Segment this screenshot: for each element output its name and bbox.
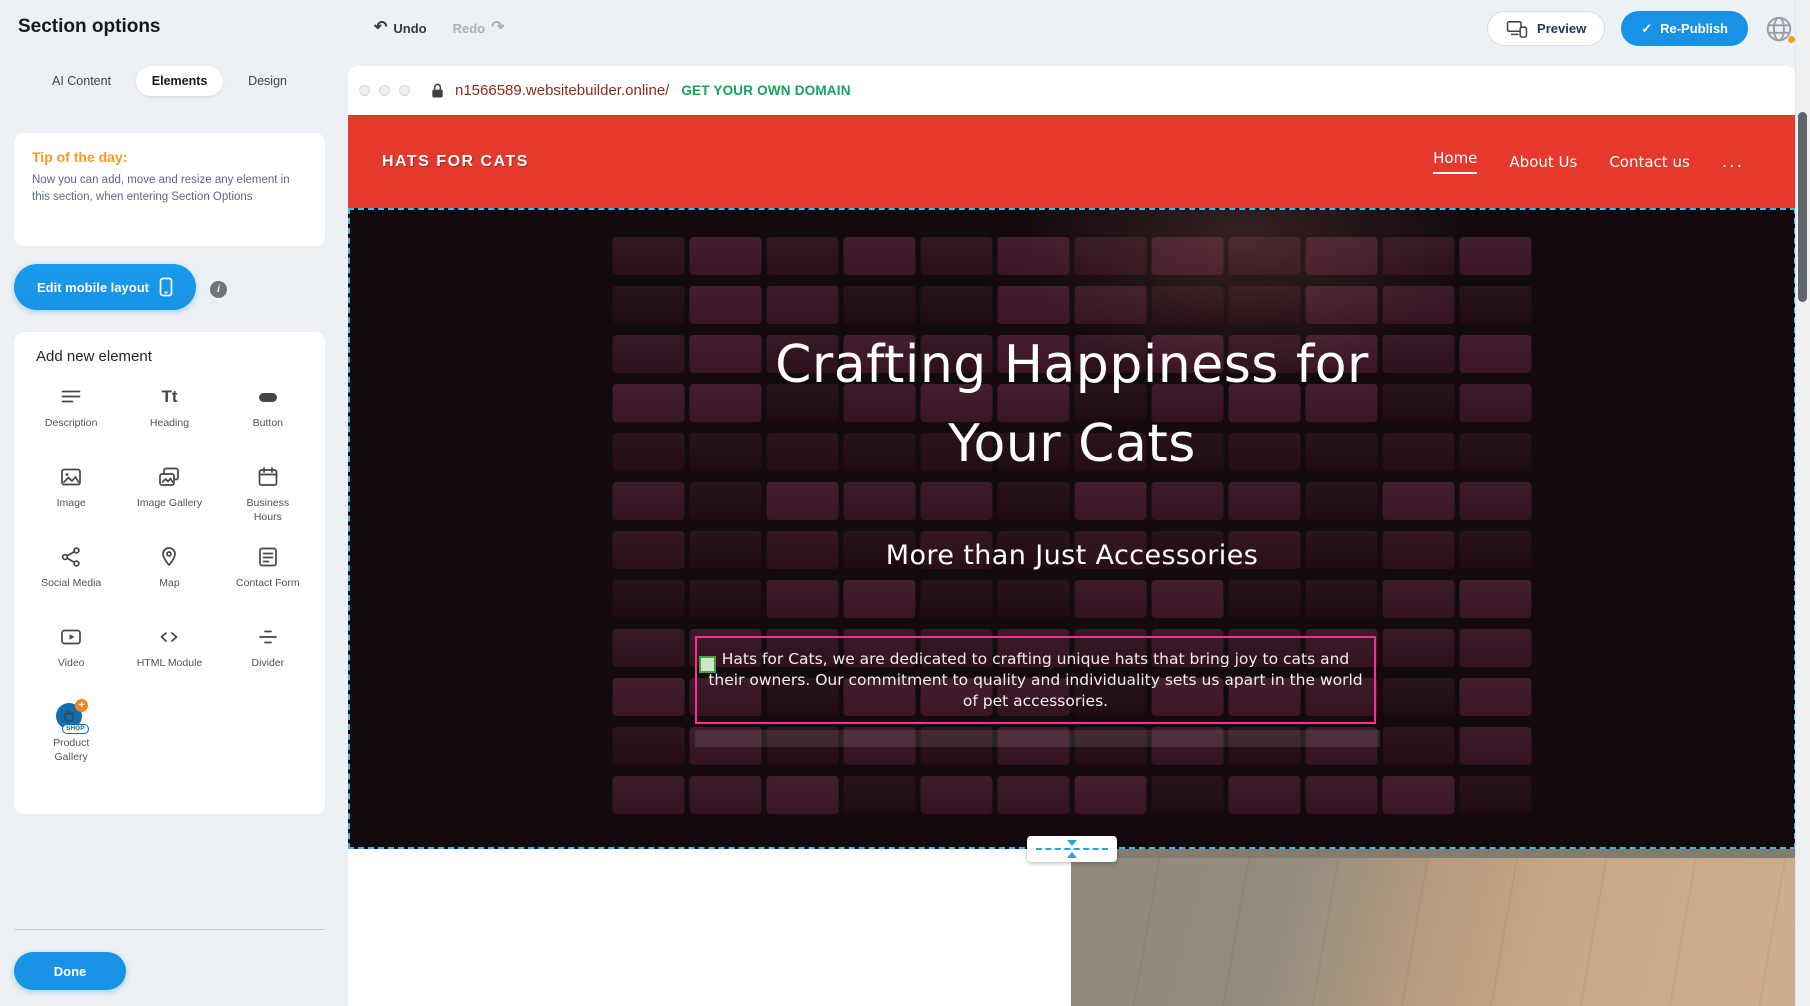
window-dot (359, 85, 370, 96)
element-grid: Description Tt Heading Button Image (22, 371, 317, 771)
heading-icon: Tt (161, 383, 177, 411)
sidebar-tabs: AI Content Elements Design (14, 66, 325, 96)
hero-paragraph: Hats for Cats, we are dedicated to craft… (697, 649, 1374, 712)
add-element-title: Add new element (36, 348, 317, 365)
topbar: Section options ↶ Undo Redo ↷ Preview ✓ … (0, 0, 1810, 57)
section-resize-handle[interactable] (1027, 836, 1117, 862)
redo-label: Redo (453, 21, 486, 36)
element-image[interactable]: Image (22, 451, 120, 531)
map-pin-icon (157, 543, 181, 571)
site-preview: n1566589.websitebuilder.online/ GET YOUR… (348, 66, 1796, 1006)
plus-badge: + (75, 699, 88, 712)
preview-button[interactable]: Preview (1487, 11, 1605, 46)
language-globe-button[interactable] (1764, 14, 1794, 44)
site-header: HATS FOR CATS Home About Us Contact us .… (348, 115, 1796, 208)
merge-arrows-icon (1060, 837, 1084, 861)
preview-label: Preview (1537, 21, 1586, 36)
site-logo[interactable]: HATS FOR CATS (382, 153, 529, 171)
nav-about[interactable]: About Us (1509, 153, 1577, 171)
done-button[interactable]: Done (14, 952, 126, 990)
nav-contact[interactable]: Contact us (1609, 153, 1689, 171)
tip-body: Now you can add, move and resize any ele… (32, 172, 307, 207)
element-image-gallery[interactable]: Image Gallery (120, 451, 218, 531)
form-icon (256, 543, 280, 571)
scrollbar[interactable] (1795, 0, 1810, 1006)
undo-label: Undo (393, 21, 426, 36)
element-contact-form[interactable]: Contact Form (219, 531, 317, 611)
sidebar-divider (14, 929, 325, 930)
element-description[interactable]: Description (22, 371, 120, 451)
shop-badge: SHOP (62, 724, 88, 734)
republish-label: Re-Publish (1660, 21, 1728, 36)
redo-icon: ↷ (491, 20, 504, 36)
edit-mobile-label: Edit mobile layout (37, 280, 149, 295)
tab-elements[interactable]: Elements (136, 66, 224, 96)
ghost-bar (695, 730, 1380, 747)
code-icon (157, 623, 181, 651)
tip-card: Tip of the day: Now you can add, move an… (14, 133, 325, 246)
info-icon[interactable]: i (210, 281, 227, 298)
republish-button[interactable]: ✓ Re-Publish (1621, 11, 1748, 46)
element-social-media[interactable]: Social Media (22, 531, 120, 611)
redo-button[interactable]: Redo ↷ (453, 20, 505, 36)
element-divider[interactable]: Divider (219, 611, 317, 691)
tip-title: Tip of the day: (32, 149, 307, 165)
phone-icon (159, 277, 173, 297)
edit-mobile-layout-button[interactable]: Edit mobile layout (14, 264, 196, 310)
site-nav: Home About Us Contact us ... (1433, 115, 1744, 208)
element-button[interactable]: Button (219, 371, 317, 451)
element-business-hours[interactable]: Business Hours (219, 451, 317, 531)
divider-icon (256, 623, 280, 651)
share-icon (59, 543, 83, 571)
nav-home[interactable]: Home (1433, 149, 1477, 174)
element-product-gallery[interactable]: SHOP + Product Gallery (22, 691, 120, 771)
window-dots (359, 85, 410, 96)
page-title: Section options (18, 16, 161, 38)
hero-section[interactable]: Crafting Happiness for Your Cats More th… (348, 208, 1796, 849)
scrollbar-thumb[interactable] (1798, 112, 1807, 302)
calendar-icon (256, 463, 280, 491)
description-icon (59, 383, 83, 411)
undo-icon: ↶ (374, 20, 387, 36)
pavement-photo (1071, 849, 1796, 1006)
get-domain-link[interactable]: GET YOUR OWN DOMAIN (681, 83, 850, 98)
window-dot (379, 85, 390, 96)
window-dot (399, 85, 410, 96)
nav-more-button[interactable]: ... (1722, 152, 1744, 172)
undo-button[interactable]: ↶ Undo (374, 20, 427, 36)
site-url[interactable]: n1566589.websitebuilder.online/ (455, 82, 669, 99)
tab-design[interactable]: Design (232, 66, 303, 96)
topbar-actions: Preview ✓ Re-Publish (1487, 11, 1794, 46)
tab-ai-content[interactable]: AI Content (36, 66, 127, 96)
image-gallery-icon (157, 463, 181, 491)
lock-icon (430, 82, 445, 99)
element-map[interactable]: Map (120, 531, 218, 611)
video-icon (59, 623, 83, 651)
element-heading[interactable]: Tt Heading (120, 371, 218, 451)
hero-title-line2: Your Cats (350, 405, 1794, 484)
hero-title[interactable]: Crafting Happiness for Your Cats (350, 326, 1794, 484)
selected-text-element[interactable]: Hats for Cats, we are dedicated to craft… (695, 636, 1376, 724)
resize-handle[interactable] (699, 656, 716, 673)
tile-wall (613, 237, 1532, 814)
hero-title-line1: Crafting Happiness for (350, 326, 1794, 405)
button-icon (256, 383, 280, 411)
browser-chrome: n1566589.websitebuilder.online/ GET YOUR… (348, 66, 1796, 115)
image-icon (59, 463, 83, 491)
devices-icon (1506, 15, 1528, 43)
element-html-module[interactable]: HTML Module (120, 611, 218, 691)
add-element-panel: Add new element Description Tt Heading B… (14, 332, 325, 814)
hero-subtitle[interactable]: More than Just Accessories (350, 540, 1794, 571)
history-controls: ↶ Undo Redo ↷ (374, 14, 505, 42)
product-gallery-icon: SHOP + (56, 703, 86, 731)
element-video[interactable]: Video (22, 611, 120, 691)
check-icon: ✓ (1641, 21, 1652, 37)
